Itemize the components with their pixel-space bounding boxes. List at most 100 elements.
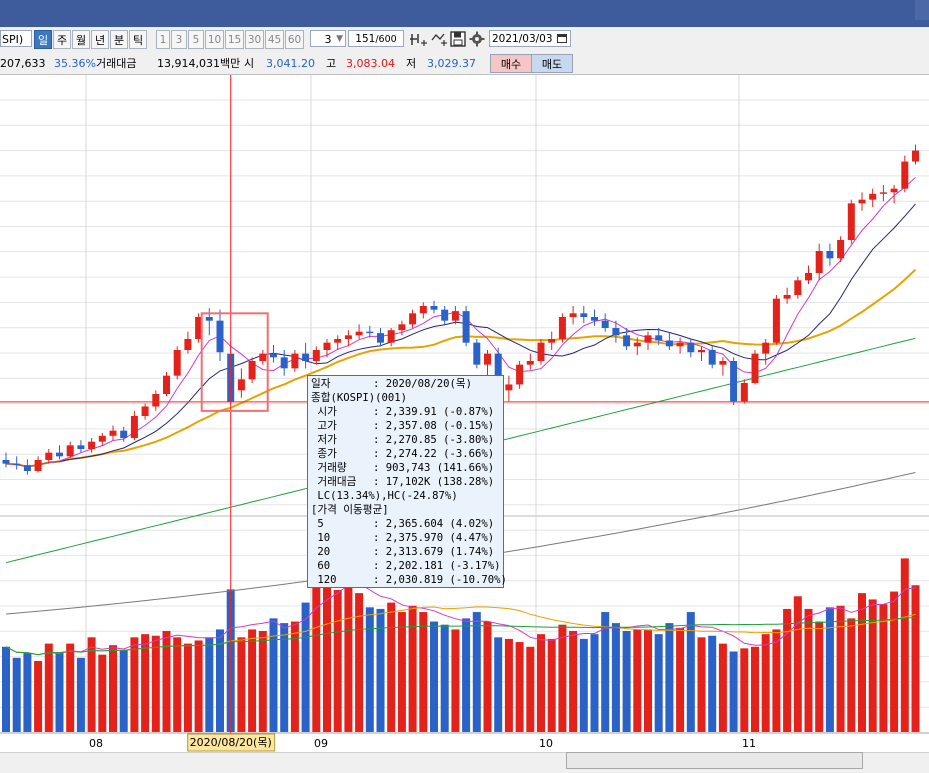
volume-bar [451,629,460,732]
tooltip-value: : 2,339.91 (-0.87%) [373,406,495,418]
tooltip-value: : 2,202.181 (-3.17%) [373,560,501,572]
tooltip-value: : 2,365.604 (4.02%) [373,518,495,530]
candle-body [291,353,299,369]
candle-body [858,199,866,204]
volume-bar [526,646,535,732]
tooltip-label: 고가 [311,420,337,432]
tooltip-value: : 903,743 (141.66%) [373,462,495,474]
volume-bar [611,623,620,732]
volume-bar [633,629,642,732]
candle-body [109,430,117,436]
volume-bar [365,607,374,732]
candle-body [88,441,96,449]
volume-bar [387,602,396,732]
candle-body [141,406,149,416]
candle-body [441,309,449,321]
candle-body [152,394,160,407]
candle-body [847,203,855,240]
volume-bar [504,638,513,732]
candle-body [419,306,427,314]
candle-body [580,313,588,317]
candle-body [601,320,609,328]
candle-body [302,353,310,361]
volume-bar [569,631,578,732]
candle-body [890,188,898,193]
candle-body [783,295,791,299]
volume-bar [847,618,856,732]
volume-bar [440,624,449,732]
volume-bar [676,627,685,732]
candle-body [216,320,224,353]
candle-body [612,328,620,336]
tooltip-label: 종합(KOSPI)(001) [311,392,408,404]
volume-bar [868,599,877,732]
candle-body [772,298,780,343]
tooltip-label: 20 [311,546,331,558]
volume-bar [644,629,652,732]
candle-body [869,193,877,200]
candle-body [173,350,181,376]
candle-body [248,361,256,380]
volume-bar [836,605,845,732]
tooltip-row: 120: 2,030.819 (-10.70%) [311,573,507,587]
candle-body [569,313,577,317]
volume-bar [44,643,53,732]
tooltip-label: 종가 [311,448,337,460]
tooltip-label: 60 [311,560,331,572]
volume-bar [537,634,545,732]
candle-body [312,350,320,361]
volume-bar [408,605,417,732]
candle-body [387,330,395,343]
candle-body [901,161,909,189]
tooltip-row: 저가 : 2,270.85 (-3.80%) [311,433,503,447]
volume-bar [483,621,492,732]
candle-body [558,317,566,339]
candle-body [719,361,727,365]
candle-body [398,324,406,331]
volume-bar [119,649,128,732]
candle-body [837,240,845,259]
candle-body [130,416,138,438]
candle-body [762,342,770,354]
volume-bar [258,631,267,732]
candle-body [537,342,545,361]
volume-bar [729,651,738,732]
volume-bar [323,577,331,732]
volume-bar [151,635,160,732]
candle-body [377,333,384,343]
candle-body [644,335,652,343]
candle-body [163,375,170,394]
volume-bar [622,631,631,732]
volume-bar [462,618,471,732]
crosshair-tooltip: 일자: 2020/08/20(목) 종합(KOSPI)(001) 시가: 2,33… [307,375,507,588]
candle-body [826,251,834,259]
volume-bar [333,589,342,732]
volume-bar [183,643,192,732]
candle-body [526,361,534,365]
candle-body [623,335,631,347]
volume-bar [718,643,727,732]
candle-body [815,251,823,273]
x-axis-band [0,733,929,752]
tooltip-value: : 2020/08/20(목) [373,378,473,390]
candle-body [805,273,812,281]
volume-bar [579,638,588,732]
candle-body [473,342,481,365]
candle-body [259,353,267,361]
volume-bar [825,607,834,732]
volume-bar [194,640,203,732]
x-tick-label: 11 [742,737,756,750]
volume-bar [34,660,43,732]
volume-bar [248,629,257,732]
volume-bar [376,608,385,732]
tooltip-row: 일자: 2020/08/20(목) [311,377,503,391]
scrollbar-thumb[interactable] [566,752,863,769]
tooltip-row: [가격 이동평균] [311,503,503,517]
tooltip-label: 저가 [311,434,337,446]
tooltip-row: 60 : 2,202.181 (-3.17%) [311,559,503,573]
tooltip-value: : 2,030.819 (-10.70%) [373,574,507,586]
tooltip-value: : 2,270.85 (-3.80%) [373,434,495,446]
tooltip-row: 거래대금: 17,102K (138.28%) [311,475,503,489]
candle-body [665,340,673,347]
candle-body [120,430,128,438]
